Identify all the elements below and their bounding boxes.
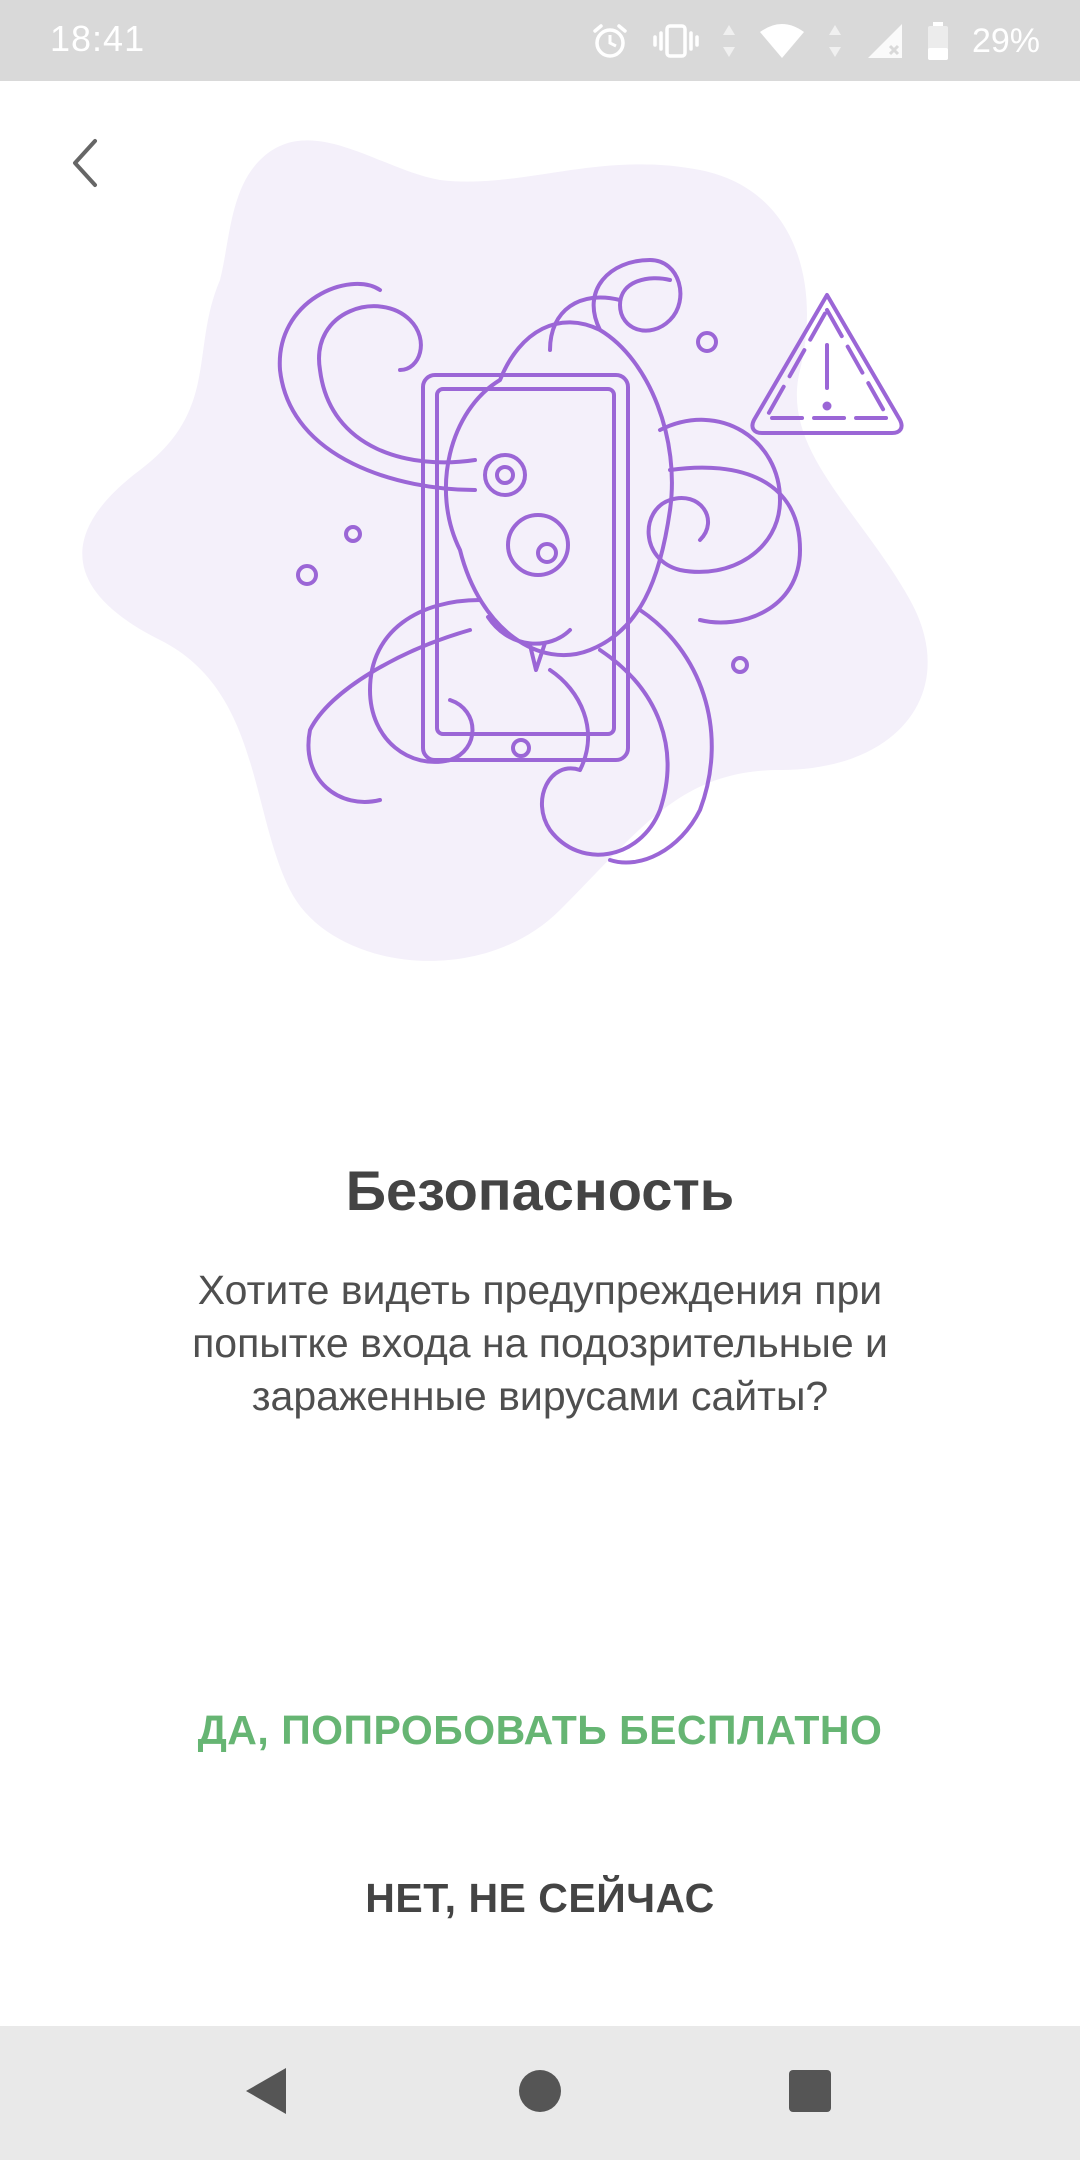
battery-percent: 29% [971, 21, 1040, 60]
nav-back-icon [242, 2064, 292, 2123]
status-bar: 18:41 29% [0, 0, 1080, 81]
navigation-bar [0, 2026, 1080, 2160]
vibrate-icon [652, 21, 700, 61]
nav-recents-icon [787, 2068, 833, 2119]
back-button[interactable] [50, 130, 120, 200]
page-title: Безопасность [345, 1159, 735, 1222]
chevron-left-icon [65, 133, 105, 198]
nav-recents-button[interactable] [770, 2053, 850, 2133]
nav-back-button[interactable] [227, 2053, 307, 2133]
status-time: 18:41 [50, 18, 146, 59]
not-now-button[interactable]: НЕТ, НЕ СЕЙЧАС [240, 1858, 840, 1938]
page-description: Хотите видеть предупреждения при попытке… [192, 1267, 888, 1419]
data-arrows-icon [722, 23, 736, 59]
wifi-icon [758, 22, 806, 60]
nav-home-icon [517, 2068, 563, 2119]
status-icons: 29% [590, 16, 1040, 66]
screen: 18:41 29% Безопасность Хотите видеть пре… [0, 0, 1080, 2160]
data-arrows-icon-2 [828, 23, 842, 59]
security-illustration [80, 130, 980, 970]
try-free-button[interactable]: ДА, ПОПРОБОВАТЬ БЕСПЛАТНО [140, 1690, 940, 1770]
battery-icon [926, 21, 950, 61]
alarm-icon [590, 21, 630, 61]
signal-icon [864, 22, 904, 60]
nav-home-button[interactable] [500, 2053, 580, 2133]
